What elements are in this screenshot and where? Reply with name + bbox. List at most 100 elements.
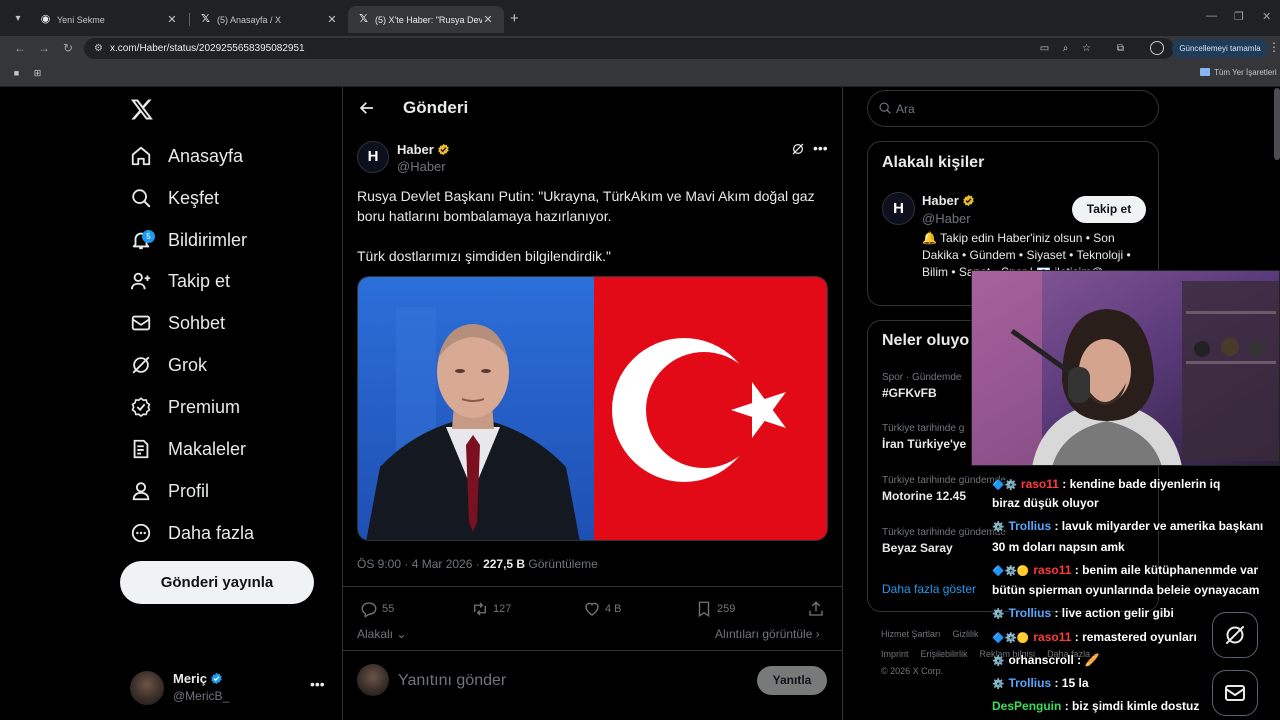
back-icon[interactable]: ← (12, 40, 28, 56)
bookmark-icon (698, 601, 710, 618)
nav-home[interactable]: Anasayfa (128, 138, 243, 174)
page-scrollbar[interactable] (1274, 88, 1280, 160)
chat-message: 🔷⚙️🟡 raso11 : benim aile kütüphanenmde va… (992, 563, 1280, 577)
url-text[interactable]: x.com/Haber/status/2029255658395082951 (110, 43, 305, 54)
browser-tab-bar: ▾ ◉ Yeni Sekme ✕ 𝕏 (5) Anasayfa / X ✕ 𝕏 … (0, 0, 1280, 38)
nav-chat[interactable]: Sohbet (128, 305, 225, 341)
post-more-icon[interactable]: ••• (813, 140, 828, 156)
search-icon (128, 185, 154, 211)
trend-item[interactable]: Türkiye tarihinde g İran Türkiye'ye (882, 423, 966, 451)
post-text: Rusya Devlet Başkanı Putin: "Ukrayna, Tü… (357, 186, 832, 266)
extensions-icon[interactable]: ⧉ (1114, 42, 1127, 55)
trend-item[interactable]: Türkiye tarihinde gündemde Motorine 12.45 (882, 475, 1006, 503)
grok-explain-icon[interactable] (791, 142, 805, 156)
heart-icon (585, 602, 599, 616)
grok-floating-button[interactable] (1212, 612, 1258, 658)
nav-premium[interactable]: Premium (128, 389, 240, 425)
more-icon (128, 520, 154, 546)
reply-input[interactable]: Yanıtını gönder (398, 672, 506, 690)
post-button[interactable]: Gönderi yayınla (120, 561, 314, 604)
post-text-paragraph: Rusya Devlet Başkanı Putin: "Ukrayna, Tü… (357, 188, 815, 224)
nav-more[interactable]: Daha fazla (128, 515, 254, 551)
site-info-icon[interactable]: ⚙ (92, 42, 105, 55)
profile-icon[interactable] (1150, 41, 1164, 55)
avatar (130, 671, 164, 705)
trend-item[interactable]: Türkiye tarihinde gündemde Beyaz Saray (882, 527, 1006, 555)
cast-icon[interactable]: ▭ (1038, 42, 1051, 55)
related-sort[interactable]: Alakalı ⌄ (357, 627, 406, 641)
folder-icon (1200, 68, 1210, 76)
chat-message: 🔷⚙️ raso11 : kendine bade diyenlerin iq (992, 477, 1280, 491)
account-switcher[interactable]: Meriç @MericB_ ••• (128, 668, 328, 708)
author-handle[interactable]: @Haber (397, 159, 446, 174)
more-options-icon[interactable]: ••• (310, 676, 325, 692)
chat-badges: ⚙️ (992, 609, 1005, 620)
nav-label: Sohbet (168, 312, 226, 333)
nav-explore[interactable]: Keşfet (128, 180, 219, 216)
bookmark-action[interactable]: 259 (695, 600, 735, 618)
bookmark-star-icon[interactable]: ☆ (1080, 42, 1093, 55)
reload-icon[interactable]: ↻ (60, 40, 76, 56)
chat-text: : 🥖 (1073, 653, 1100, 667)
footer-link[interactable]: Gizlilik (953, 629, 979, 639)
nav-grok[interactable]: Grok (128, 347, 207, 383)
view-count: 227,5 B (483, 557, 526, 571)
reply-action[interactable]: 55 (360, 600, 394, 618)
address-bar[interactable]: ⚙ x.com/Haber/status/2029255658395082951… (84, 38, 1174, 59)
search-input[interactable]: Ara (867, 90, 1159, 127)
zoom-icon[interactable]: ⌕ (1059, 42, 1072, 55)
chat-badges: 🔷⚙️🟡 (992, 566, 1030, 577)
follow-button[interactable]: Takip et (1072, 196, 1146, 223)
streamer-webcam (971, 270, 1280, 466)
author-avatar[interactable]: H (357, 141, 389, 173)
close-icon[interactable]: ✕ (166, 13, 178, 26)
post-timestamp[interactable]: ÖS 9:00 · 4 Mar 2026 · (357, 557, 483, 571)
chrome-icon: ◉ (40, 13, 51, 25)
nav-profile[interactable]: Profil (128, 473, 209, 509)
close-window-icon[interactable]: ✕ (1262, 10, 1271, 23)
trend-item[interactable]: Spor · Gündemde #GFKvFB (882, 372, 962, 400)
chevron-right-icon: › (815, 627, 820, 641)
chat-text: : live action gelir gibi (1051, 606, 1174, 620)
mail-icon (1225, 685, 1245, 701)
tab-title: (5) Anasayfa / X (217, 14, 282, 25)
nav-articles[interactable]: Makaleler (128, 431, 246, 467)
x-logo-icon[interactable] (130, 97, 154, 121)
nav-follow[interactable]: Takip et (128, 263, 230, 299)
tab-home[interactable]: 𝕏 (5) Anasayfa / X ✕ (190, 6, 348, 33)
close-icon[interactable]: ✕ (482, 13, 494, 26)
close-icon[interactable]: ✕ (326, 13, 338, 26)
footer-link[interactable]: Erişilebilirlik (921, 649, 968, 659)
messages-floating-button[interactable] (1212, 670, 1258, 716)
person-handle[interactable]: @Haber (922, 211, 971, 226)
nav-notifications[interactable]: 5 Bildirimler (128, 222, 247, 258)
bookmark-page-icon[interactable]: ■ (11, 68, 22, 79)
nav-label: Takip et (168, 270, 231, 291)
forward-icon[interactable]: → (36, 40, 52, 56)
tab-search-icon[interactable]: ▾ (10, 11, 26, 27)
update-button[interactable]: Güncellemeyi tamamla (1172, 39, 1268, 58)
tab-post[interactable]: 𝕏 (5) X'te Haber: "Rusya Devlet Ba... ✕ (348, 6, 504, 33)
author-name[interactable]: Haber (397, 142, 450, 157)
back-arrow-icon[interactable] (358, 99, 376, 117)
apps-icon[interactable]: ⊞ (32, 68, 43, 79)
browser-menu-icon[interactable]: ⋮ (1268, 40, 1280, 54)
chat-badges: ⚙️ (992, 656, 1005, 667)
chat-message: biraz düşük oluyor (992, 496, 1280, 510)
person-name[interactable]: Haber (922, 193, 975, 208)
footer-link[interactable]: Imprint (881, 649, 909, 659)
view-quotes-link[interactable]: Alıntıları görüntüle › (715, 627, 820, 641)
like-action[interactable]: 4 B (583, 600, 622, 618)
repost-action[interactable]: 127 (471, 600, 511, 618)
new-tab-button[interactable]: + (510, 10, 519, 27)
restore-icon[interactable]: ❐ (1234, 10, 1244, 23)
reply-button[interactable]: Yanıtla (757, 666, 827, 695)
share-action[interactable] (807, 600, 829, 618)
footer-link[interactable]: Hizmet Şartları (881, 629, 941, 639)
post-image[interactable] (357, 276, 828, 541)
tab-new-tab[interactable]: ◉ Yeni Sekme ✕ (30, 6, 188, 33)
minimize-icon[interactable]: — (1206, 10, 1217, 22)
person-avatar[interactable]: H (882, 192, 915, 225)
show-more-link[interactable]: Daha fazla göster (882, 582, 976, 596)
all-bookmarks[interactable]: Tüm Yer İşaretleri (1200, 68, 1277, 77)
